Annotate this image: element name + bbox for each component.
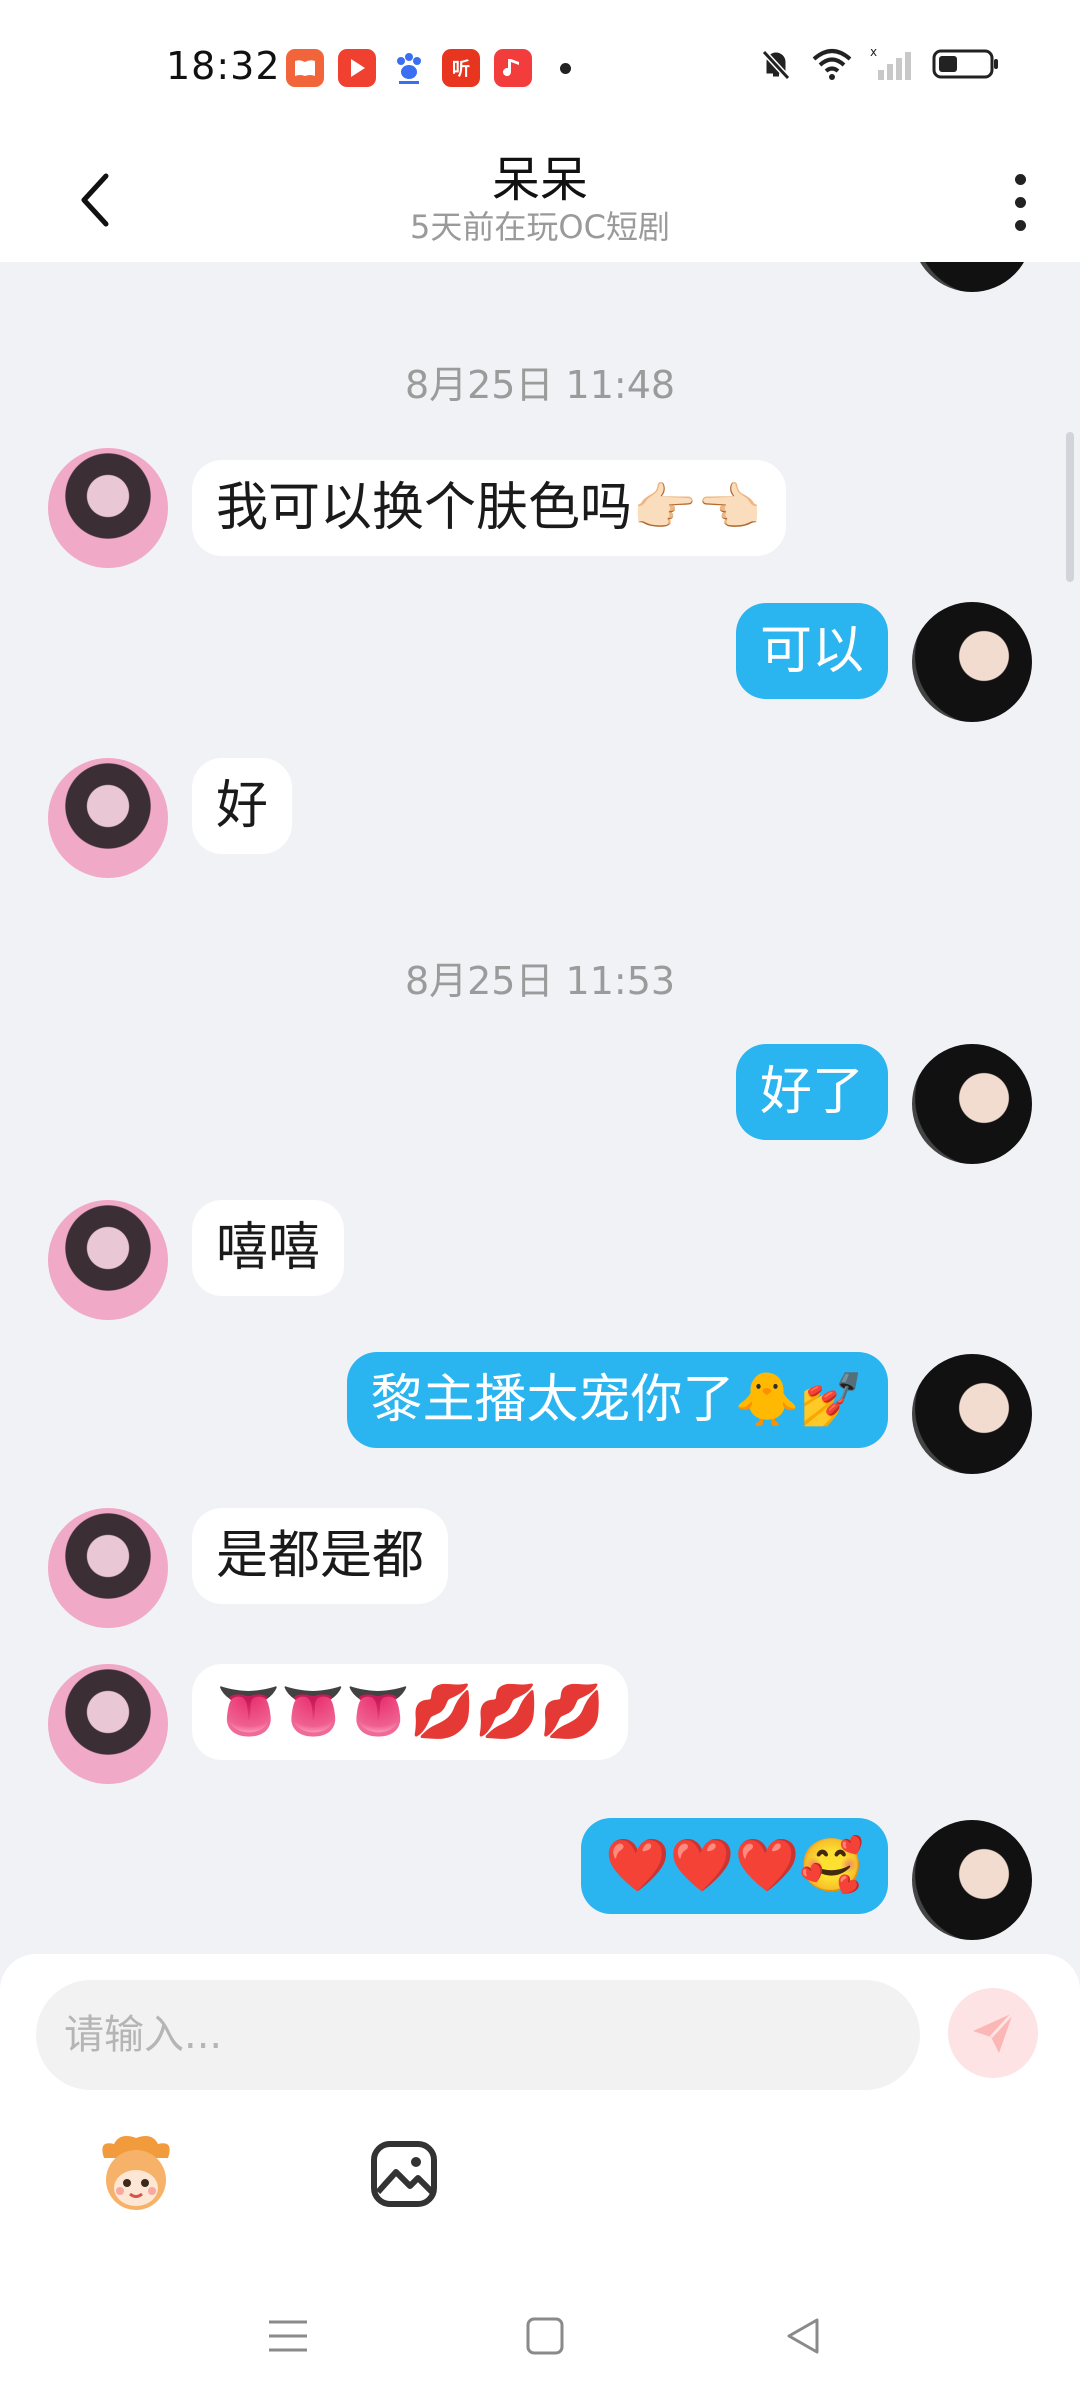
send-button[interactable] xyxy=(948,1988,1038,2078)
menu-nav-button[interactable] xyxy=(258,2306,318,2366)
square-home-icon xyxy=(526,2317,564,2355)
more-dot-icon xyxy=(1014,173,1026,185)
triangle-back-icon xyxy=(787,2318,819,2354)
notification-dot xyxy=(560,62,571,74)
composer: 请输入... xyxy=(0,1954,1080,2400)
back-nav-button[interactable] xyxy=(773,2306,833,2366)
message-timestamp: 8月25日 11:53 xyxy=(404,959,676,1003)
listen-app-icon: 听 xyxy=(442,49,480,87)
message-bubble[interactable]: 嘻嘻 xyxy=(192,1200,345,1296)
message-bubble[interactable]: 黎主播太宠你了🐥💅 xyxy=(346,1352,888,1448)
message-row: 嘻嘻 xyxy=(0,1200,1080,1322)
more-dot-icon xyxy=(1014,196,1026,208)
battery-icon xyxy=(932,49,998,79)
paper-plane-icon xyxy=(973,2011,1015,2053)
message-bubble[interactable]: ❤️❤️❤️🥰 xyxy=(581,1818,888,1914)
message-bubble[interactable]: 可以 xyxy=(735,603,888,699)
chat-header: 呆呆 5天前在玩OC短剧 xyxy=(0,140,1080,262)
message-list[interactable]: 8月25日 11:48 我可以换个肤色吗👉🏻👈🏻 可以 好 8月25日 11:5… xyxy=(0,262,1080,1954)
message-row: 好了 xyxy=(0,1044,1080,1166)
message-bubble[interactable]: 好了 xyxy=(735,1044,888,1140)
my-avatar[interactable] xyxy=(912,602,1032,722)
status-bar: 18:32 听 x xyxy=(0,0,1080,140)
message-row: 👅👅👅💋💋💋 xyxy=(0,1664,1080,1786)
svg-text:x: x xyxy=(870,46,877,59)
contact-avatar[interactable] xyxy=(48,1664,168,1784)
menu-lines-icon xyxy=(269,2320,307,2352)
more-dot-icon xyxy=(1014,219,1026,231)
signal-icon: x xyxy=(870,46,911,80)
music-app-icon xyxy=(494,49,532,87)
contact-avatar[interactable] xyxy=(48,1200,168,1320)
system-nav-bar xyxy=(0,2284,1080,2400)
contact-name: 呆呆 xyxy=(491,152,588,208)
status-time: 18:32 xyxy=(166,44,281,88)
message-row: 黎主播太宠你了🐥💅 xyxy=(0,1352,1080,1476)
contact-avatar[interactable] xyxy=(48,1508,168,1628)
image-button[interactable] xyxy=(354,2124,454,2224)
message-row: 我可以换个肤色吗👉🏻👈🏻 xyxy=(0,448,1080,570)
my-avatar[interactable] xyxy=(912,262,1032,292)
contact-avatar[interactable] xyxy=(48,448,168,568)
my-avatar[interactable] xyxy=(912,1044,1032,1164)
my-avatar[interactable] xyxy=(912,1820,1032,1940)
message-bubble[interactable]: 我可以换个肤色吗👉🏻👈🏻 xyxy=(192,460,786,556)
home-nav-button[interactable] xyxy=(515,2306,575,2366)
status-app-icons: 听 xyxy=(286,48,571,88)
message-bubble[interactable]: 是都是都 xyxy=(192,1508,449,1604)
video-app-icon xyxy=(338,49,376,87)
baidu-paw-icon xyxy=(390,49,428,87)
mute-bell-icon xyxy=(761,49,791,81)
more-options-button[interactable] xyxy=(990,154,1050,250)
message-timestamp: 8月25日 11:48 xyxy=(404,363,676,407)
message-row: 是都是都 xyxy=(0,1508,1080,1630)
message-row: 可以 xyxy=(0,602,1080,724)
message-input[interactable]: 请输入... xyxy=(36,1980,920,2090)
status-indicators: x xyxy=(758,46,1000,82)
book-app-icon xyxy=(286,49,324,87)
mascot-sticker-icon xyxy=(102,2136,170,2210)
listen-app-icon-label: 听 xyxy=(452,59,470,80)
contact-avatar[interactable] xyxy=(48,758,168,878)
image-icon xyxy=(371,2141,437,2207)
my-avatar[interactable] xyxy=(912,1354,1032,1474)
message-bubble[interactable]: 好 xyxy=(192,758,293,854)
message-row: ❤️❤️❤️🥰 xyxy=(0,1818,1080,1942)
sticker-button[interactable] xyxy=(86,2124,186,2224)
wifi-icon xyxy=(812,49,852,80)
contact-status: 5天前在玩OC短剧 xyxy=(410,208,670,246)
message-bubble[interactable]: 👅👅👅💋💋💋 xyxy=(192,1664,629,1760)
message-row: 好 xyxy=(0,758,1080,880)
